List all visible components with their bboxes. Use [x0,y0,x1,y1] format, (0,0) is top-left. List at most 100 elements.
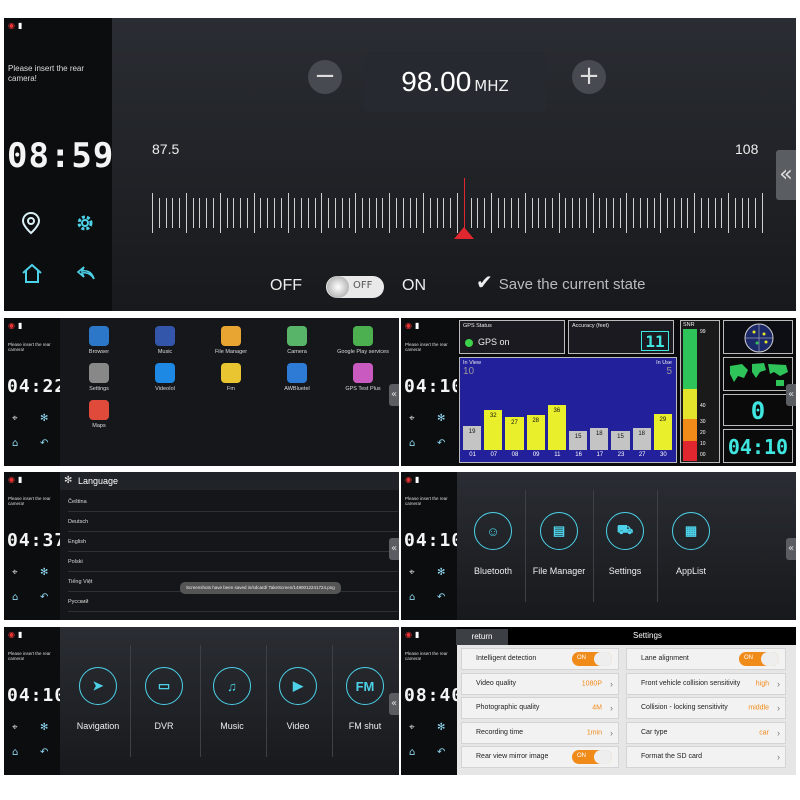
language-option[interactable]: Polski [68,552,398,572]
applist-menu-item[interactable]: ▦ AppList [663,512,719,576]
power-toggle[interactable]: OFF [326,276,384,298]
fm-shut-menu-item[interactable]: FM FM shut [334,667,396,731]
setting-row[interactable]: Lane alignment ON [626,648,786,670]
app-camera[interactable]: Camera [264,326,330,355]
setting-row[interactable]: Video quality 1080P › [461,672,619,695]
gear-icon[interactable]: ✻ [437,722,445,733]
file-manager-menu-item[interactable]: ▤ File Manager [529,512,589,576]
setting-row[interactable]: Rear view mirror image ON [461,746,619,768]
language-option[interactable]: Русский [68,592,398,612]
collapse-tab[interactable]: « [389,384,399,406]
frequency-marker[interactable] [454,227,475,239]
back-icon[interactable]: ↶ [437,747,445,758]
home-icon[interactable]: ⌂ [12,747,18,758]
gear-icon[interactable]: ✻ [40,413,48,424]
frequency-up-button[interactable]: + [572,60,606,94]
location-pin-icon[interactable]: ⌖ [409,722,415,733]
back-icon[interactable]: ↶ [437,438,445,449]
app-grid: Browser Music File Manager Camera Google Pla… [60,318,399,466]
satellite-count: 0 [723,394,793,426]
setting-row[interactable]: Front vehicle collision sensitivity high › [626,672,786,695]
music-menu-item[interactable]: ♫ Music [202,667,262,731]
setting-toggle[interactable]: ON [572,750,612,764]
app-music[interactable]: Music [132,326,198,355]
bluetooth-menu-item[interactable]: ☺ Bluetooth [465,512,521,576]
navigation-menu-item[interactable]: ➤ Navigation [68,667,128,731]
app-awbluetel[interactable]: AWBluetel [264,363,330,392]
clock: 04:10 [7,685,67,706]
home-icon[interactable] [20,262,44,284]
app-maps[interactable]: Maps [66,400,132,429]
satellite-snr-label: 36 [553,408,561,415]
location-pin-icon[interactable]: ⌖ [409,413,415,424]
video-menu-item[interactable]: ▶ Video [268,667,328,731]
home-icon[interactable]: ⌂ [409,747,415,758]
setting-toggle[interactable]: ON [739,652,779,666]
setting-toggle[interactable]: ON [572,652,612,666]
scale-tick [362,198,364,228]
satellite-prn-label: 30 [660,452,667,458]
setting-row[interactable]: Format the SD card › [626,746,786,768]
frequency-scale[interactable] [152,173,763,233]
back-icon[interactable] [76,263,98,283]
location-pin-icon[interactable]: ⌖ [409,567,415,578]
back-icon[interactable]: ↶ [40,592,48,603]
app-gps-test-plus[interactable]: GPS Test Plus [330,363,396,392]
collapse-tab[interactable]: « [786,384,796,406]
frequency-down-button[interactable]: − [308,60,342,94]
app-google-play-services[interactable]: Google Play services [330,326,396,355]
collapse-tab[interactable]: « [776,150,796,200]
scale-tick [504,198,506,228]
gps-time: 04:10 [723,429,793,463]
gear-icon[interactable]: ✻ [437,567,445,578]
status-icons: ◉ ▮ [405,475,419,484]
setting-row[interactable]: Collision - locking sensitivity middle › [626,697,786,719]
setting-row[interactable]: Photographic quality 4M › [461,697,619,719]
setting-label: Rear view mirror image [476,752,549,760]
setting-row[interactable]: Recording time 1min › [461,721,619,744]
accuracy-title: Accuracy (feet) [572,323,609,329]
app-fm[interactable]: Fm [198,363,264,392]
home-icon[interactable]: ⌂ [12,438,18,449]
settings-menu-item[interactable]: ⛟ Settings [597,512,653,576]
settings-label: Settings [608,566,642,576]
scale-tick [640,198,641,228]
collapse-tab[interactable]: « [389,538,399,560]
location-pin-icon[interactable]: ⌖ [12,413,18,424]
language-option[interactable]: English [68,532,398,552]
language-option[interactable]: Deutsch [68,512,398,532]
collapse-tab[interactable]: « [786,538,796,560]
app-browser[interactable]: Browser [66,326,132,355]
location-pin-icon[interactable] [20,211,42,235]
gear-icon[interactable]: ✻ [40,567,48,578]
home-icon[interactable]: ⌂ [409,592,415,603]
app-label: AWBluetel [284,386,310,392]
gear-icon[interactable]: ✻ [40,722,48,733]
app-settings[interactable]: Settings [66,363,132,392]
setting-row[interactable]: Car type car › [626,721,786,744]
back-icon[interactable]: ↶ [40,438,48,449]
app-videoiol[interactable]: VideoIol [132,363,198,392]
setting-row[interactable]: Intelligent detection ON [461,648,619,670]
gear-icon[interactable] [74,212,96,234]
home-icon[interactable]: ⌂ [12,592,18,603]
scale-tick [226,198,228,228]
back-icon[interactable]: ↶ [40,747,48,758]
app-file-manager[interactable]: File Manager [198,326,264,355]
back-icon[interactable]: ↶ [437,592,445,603]
setting-value: car [759,729,769,736]
setting-label: Collision - locking sensitivity [641,703,728,711]
collapse-tab[interactable]: « [389,693,399,715]
sidebar: ◉ ▮ Please insert the rear camera! 08:59 [4,18,113,311]
return-button[interactable]: return [456,629,508,645]
gear-icon[interactable]: ✻ [437,413,445,424]
location-pin-icon[interactable]: ⌖ [12,567,18,578]
save-state-option[interactable]: ✔ Save the current state [476,270,646,295]
language-option[interactable]: Čeština [68,492,398,512]
home-icon[interactable]: ⌂ [409,438,415,449]
app-icon [89,326,109,346]
dvr-menu-item[interactable]: ▭ DVR [134,667,194,731]
scale-tick [389,193,391,233]
wifi-icon: ◉ [8,630,15,639]
location-pin-icon[interactable]: ⌖ [12,722,18,733]
